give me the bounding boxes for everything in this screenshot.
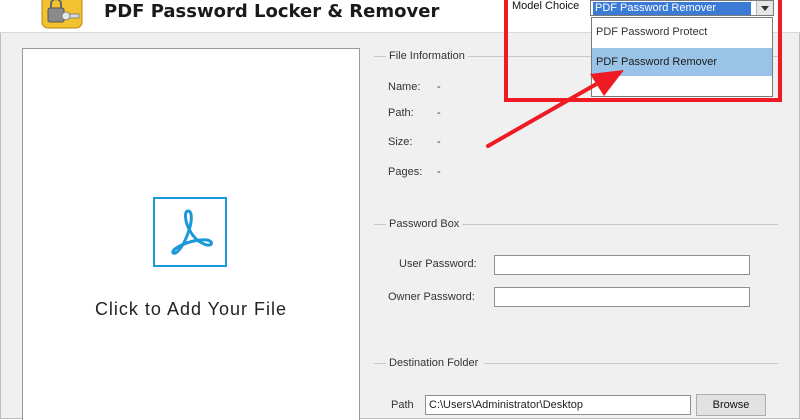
annotation-arrow-icon	[486, 70, 624, 148]
